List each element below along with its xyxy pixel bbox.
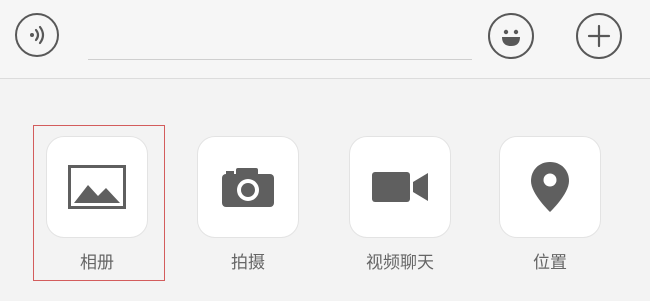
video-camera-icon [372,172,428,202]
video-chat-label: 视频聊天 [366,253,434,273]
chat-input-bar [0,0,650,79]
camera-button[interactable] [197,136,299,238]
voice-input-button[interactable] [15,13,59,57]
voice-wave-icon [30,25,45,45]
location-button[interactable] [499,136,601,238]
camera-icon [222,168,274,207]
location-pin-icon [531,162,569,212]
smiley-face-icon [502,29,520,46]
plus-icon [587,24,611,48]
location-label: 位置 [533,253,567,273]
more-options-button[interactable] [576,13,622,59]
message-text-input[interactable] [88,59,472,60]
camera-label: 拍摄 [231,253,265,273]
video-chat-button[interactable] [349,136,451,238]
emoji-button[interactable] [488,13,534,59]
highlight-frame [33,125,165,281]
